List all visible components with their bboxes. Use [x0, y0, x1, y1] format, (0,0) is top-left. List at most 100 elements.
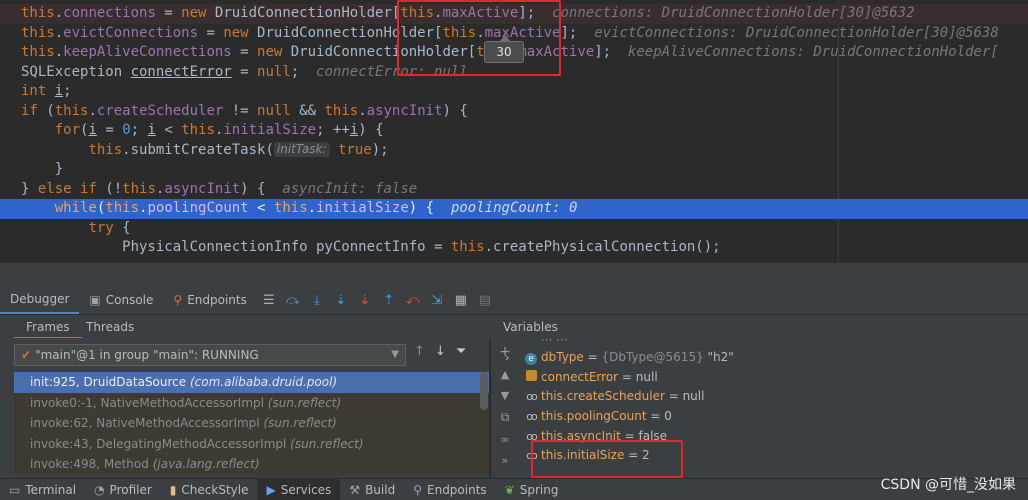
trace-stream-icon[interactable]: ▤ [473, 286, 497, 314]
scrollbar-thumb[interactable] [480, 372, 488, 410]
more-icon[interactable]: » [502, 454, 509, 467]
inline-value-hint: evictConnections: DruidConnectionHolder[… [577, 24, 999, 41]
code-token: this [400, 5, 435, 21]
step-into-icon[interactable]: ⇣ [329, 286, 353, 314]
arrow-down-icon[interactable]: ▼ [501, 389, 509, 402]
show-execution-point-icon[interactable]: ⤼ [281, 286, 305, 314]
inline-value-hint: connections: DruidConnectionHolder[30]@5… [535, 5, 915, 21]
tool-services[interactable]: ▶ Services [257, 478, 341, 500]
profiler-icon: ◔ [94, 482, 105, 497]
tool-profiler[interactable]: ◔ Profiler [85, 479, 161, 500]
code-token: = [198, 24, 224, 41]
tool-label: Profiler [109, 482, 152, 497]
frame-row[interactable]: invoke:498, Method (java.lang.reflect) [14, 454, 489, 475]
variable-row[interactable]: oo this.initialSize = 2 [519, 446, 1028, 466]
thread-selector[interactable]: ✔ "main"@1 in group "main": RUNNING ▼ [14, 344, 406, 366]
tool-checkstyle[interactable]: ▮ CheckStyle [161, 479, 258, 500]
code-line[interactable]: } [0, 160, 1028, 180]
chevron-right-icon[interactable]: › [505, 348, 509, 368]
code-line[interactable]: int i; [0, 82, 1028, 102]
code-token: . [307, 200, 317, 216]
code-line-execution-point[interactable]: while(this.poolingCount < this.initialSi… [0, 199, 1028, 219]
tab-frames[interactable]: Frames [14, 315, 82, 339]
code-line[interactable]: this.connections = new DruidConnectionHo… [0, 4, 1028, 24]
variable-row[interactable]: › e dbType = {DbType@5615} "h2" [505, 348, 1028, 368]
tool-build[interactable]: ⚒ Build [340, 479, 404, 500]
code-token: } [21, 180, 38, 197]
code-token: ]; [594, 44, 612, 60]
tab-threads[interactable]: Threads [74, 315, 146, 339]
code-token: poolingCount [147, 200, 249, 216]
watch-icon: oo [526, 390, 537, 404]
code-token: . [88, 102, 97, 119]
arrow-up-icon[interactable]: ▲ [501, 368, 509, 381]
code-line[interactable]: for(i = 0; i < this.initialSize; ++i) { [0, 121, 1028, 141]
filter-icon[interactable]: ⏷ [456, 344, 466, 359]
frame-row[interactable]: init:925, DruidDataSource (com.alibaba.d… [14, 372, 489, 393]
run-to-cursor-icon[interactable]: ⇲ [425, 286, 449, 314]
code-token: for [54, 122, 81, 138]
code-token: this [105, 200, 140, 216]
variable-eq: = [618, 369, 636, 384]
code-editor[interactable]: this.connections = new DruidConnectionHo… [0, 0, 1028, 262]
tool-endpoints[interactable]: ⚲ Endpoints [404, 479, 495, 500]
code-token: ) { [442, 102, 468, 119]
variable-list: ··· ··· › e dbType = {DbType@5615} "h2" … [505, 338, 1028, 466]
code-token: initialSize [223, 122, 317, 138]
variable-row[interactable]: oo this.poolingCount = 0 [519, 407, 1028, 427]
frame-row[interactable]: invoke:43, DelegatingMethodAccessorImpl … [14, 433, 489, 454]
code-token: .createPhysicalConnection(); [484, 239, 721, 255]
tool-terminal[interactable]: ▭ Terminal [0, 479, 85, 500]
drop-frame-icon[interactable]: ⤺ [401, 286, 425, 314]
code-token: DruidConnectionHolder[ [257, 24, 443, 41]
frame-row[interactable]: invoke:62, NativeMethodAccessorImpl (sun… [14, 413, 489, 434]
code-line[interactable]: this.submitCreateTask(initTask: true); [0, 141, 1028, 161]
code-line[interactable]: SQLException connectError = null; connec… [0, 63, 1028, 83]
variable-name: dbType [541, 350, 584, 364]
code-token: ) { [240, 180, 266, 197]
panel-divider[interactable] [0, 262, 1028, 286]
step-out-icon[interactable]: ⇡ [377, 286, 401, 314]
code-line[interactable]: try { [0, 219, 1028, 239]
field-icon [523, 368, 539, 388]
duplicate-icon[interactable]: ⧉ [501, 410, 510, 425]
code-token: . [476, 24, 485, 41]
tool-label: Build [365, 482, 396, 497]
code-token: != [223, 102, 258, 119]
code-token: this [442, 24, 477, 41]
step-over-icon[interactable]: ⤓ [305, 286, 329, 314]
variable-row[interactable]: oo this.asyncInit = false [519, 427, 1028, 447]
inline-value-hint: connectError: null [299, 63, 468, 80]
tab-endpoints[interactable]: ⚲ Endpoints [163, 286, 256, 314]
tab-console[interactable]: ▣ Console [79, 286, 163, 314]
code-token: (! [105, 180, 123, 197]
code-token: { [122, 219, 131, 236]
frame-package: (sun.reflect) [263, 416, 337, 430]
arrow-up-icon[interactable]: ↑ [414, 344, 425, 359]
code-line[interactable]: PhysicalConnectionInfo pyConnectInfo = t… [0, 238, 1028, 258]
code-line[interactable]: } else if (!this.asyncInit) { asyncInit:… [0, 180, 1028, 200]
variable-row[interactable]: oo this.createScheduler = null [519, 387, 1028, 407]
variable-name: this.initialSize [541, 448, 625, 463]
variable-value: null [635, 369, 658, 384]
watermark: CSDN @可惜_没如果 [880, 477, 1016, 493]
force-step-into-icon[interactable]: ⇣ [353, 286, 377, 314]
code-line[interactable]: if (this.createScheduler != null && this… [0, 102, 1028, 122]
code-token: null [257, 102, 291, 119]
evaluate-expression-icon[interactable]: ▦ [449, 286, 473, 314]
code-token: this [450, 239, 485, 255]
glasses-icon[interactable]: ∞ [500, 433, 509, 446]
tool-spring[interactable]: ❦ Spring [496, 479, 568, 500]
layout-menu-icon[interactable]: ☰ [257, 286, 281, 314]
code-token: new [257, 44, 291, 60]
code-token: ( [46, 102, 55, 119]
frames-scrollbar[interactable] [480, 372, 488, 472]
frame-row[interactable]: invoke0:-1, NativeMethodAccessorImpl (su… [14, 392, 489, 413]
code-token: ; ++ [316, 122, 350, 138]
arrow-down-icon[interactable]: ↓ [435, 344, 446, 359]
variable-row[interactable]: connectError = null [519, 368, 1028, 388]
console-icon: ▣ [89, 293, 101, 307]
variable-name: connectError [541, 369, 619, 384]
tab-debugger[interactable]: Debugger [0, 286, 80, 314]
tab-console-label: Console [105, 293, 154, 307]
